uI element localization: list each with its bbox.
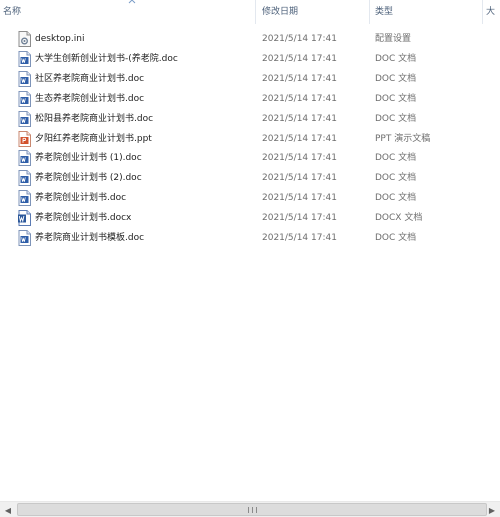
doc-file-icon bbox=[18, 110, 31, 127]
scroll-right-button[interactable]: ▶ bbox=[484, 502, 500, 517]
file-name: 生态养老院创业计划书.doc bbox=[35, 93, 145, 104]
column-divider[interactable] bbox=[369, 0, 370, 24]
file-modified-date: 2021/5/14 17:41 bbox=[262, 93, 337, 104]
file-modified-date: 2021/5/14 17:41 bbox=[262, 193, 337, 204]
doc-file-icon bbox=[18, 170, 31, 187]
file-row[interactable]: 夕阳红养老院商业计划书.ppt 2021/5/14 17:41 PPT 演示文稿 bbox=[0, 129, 500, 149]
file-row[interactable]: 养老院创业计划书.docx 2021/5/14 17:41 DOCX 文档 bbox=[0, 208, 500, 228]
doc-file-icon bbox=[18, 70, 31, 87]
sort-ascending-icon bbox=[128, 0, 136, 4]
scroll-left-arrow-icon: ◀ bbox=[4, 505, 12, 515]
column-header-type[interactable]: 类型 bbox=[372, 0, 482, 24]
ppt-file-icon bbox=[18, 130, 31, 147]
file-modified-date: 2021/5/14 17:41 bbox=[262, 213, 337, 224]
file-name: 养老院创业计划书 (1).doc bbox=[35, 153, 142, 164]
file-type: DOC 文档 bbox=[375, 113, 417, 124]
file-row[interactable]: 养老院创业计划书 (2).doc 2021/5/14 17:41 DOC 文档 bbox=[0, 168, 500, 188]
file-name: 养老院创业计划书.docx bbox=[35, 213, 132, 224]
doc-file-icon bbox=[18, 50, 31, 67]
file-type: DOC 文档 bbox=[375, 193, 417, 204]
file-row[interactable]: 养老院创业计划书 (1).doc 2021/5/14 17:41 DOC 文档 bbox=[0, 148, 500, 168]
file-modified-date: 2021/5/14 17:41 bbox=[262, 133, 337, 144]
file-type: DOCX 文档 bbox=[375, 213, 423, 224]
file-row[interactable]: 生态养老院创业计划书.doc 2021/5/14 17:41 DOC 文档 bbox=[0, 89, 500, 109]
file-row[interactable]: 养老院创业计划书.doc 2021/5/14 17:41 DOC 文档 bbox=[0, 188, 500, 208]
file-modified-date: 2021/5/14 17:41 bbox=[262, 173, 337, 184]
column-header-size-label: 大小 bbox=[486, 7, 496, 17]
scrollbar-thumb[interactable] bbox=[17, 503, 487, 516]
scrollbar-grip-icon bbox=[248, 507, 257, 513]
file-type: DOC 文档 bbox=[375, 53, 417, 64]
file-type: DOC 文档 bbox=[375, 173, 417, 184]
scroll-right-arrow-icon: ▶ bbox=[488, 505, 496, 515]
column-header-size[interactable]: 大小 bbox=[484, 0, 500, 24]
file-modified-date: 2021/5/14 17:41 bbox=[262, 53, 337, 64]
file-modified-date: 2021/5/14 17:41 bbox=[262, 34, 337, 44]
file-name: 养老院商业计划书模板.doc bbox=[35, 233, 145, 243]
file-name: 社区养老院商业计划书.doc bbox=[35, 73, 145, 84]
scroll-left-button[interactable]: ◀ bbox=[0, 502, 16, 517]
settings-file-icon bbox=[18, 31, 31, 47]
column-header-date-label: 修改日期 bbox=[262, 7, 299, 17]
doc-file-icon bbox=[18, 230, 31, 246]
file-modified-date: 2021/5/14 17:41 bbox=[262, 73, 337, 84]
file-name: 松阳县养老院商业计划书.doc bbox=[35, 113, 154, 124]
file-row[interactable]: desktop.ini 2021/5/14 17:41 配置设置 bbox=[0, 29, 500, 49]
file-row[interactable]: 社区养老院商业计划书.doc 2021/5/14 17:41 DOC 文档 bbox=[0, 69, 500, 89]
file-type: PPT 演示文稿 bbox=[375, 133, 431, 144]
file-modified-date: 2021/5/14 17:41 bbox=[262, 113, 337, 124]
doc-file-icon bbox=[18, 90, 31, 107]
file-modified-date: 2021/5/14 17:41 bbox=[262, 153, 337, 164]
file-type: 配置设置 bbox=[375, 34, 412, 44]
column-header-type-label: 类型 bbox=[375, 7, 394, 17]
file-type: DOC 文档 bbox=[375, 153, 417, 164]
file-row[interactable]: 大学生创新创业计划书-(养老院.doc 2021/5/14 17:41 DOC 文档 bbox=[0, 49, 500, 69]
file-row[interactable]: 养老院商业计划书模板.doc 2021/5/14 17:41 DOC 文档 bbox=[0, 228, 500, 248]
column-divider[interactable] bbox=[482, 0, 483, 24]
file-name: 夕阳红养老院商业计划书.ppt bbox=[35, 133, 152, 144]
doc-file-icon bbox=[18, 190, 31, 207]
column-header-date[interactable]: 修改日期 bbox=[259, 0, 369, 24]
column-header-bar: 名称 修改日期 类型 大小 bbox=[0, 0, 500, 24]
file-name: 大学生创新创业计划书-(养老院.doc bbox=[35, 53, 178, 64]
file-name: 养老院创业计划书 (2).doc bbox=[35, 173, 142, 184]
doc-file-icon bbox=[18, 150, 31, 167]
file-modified-date: 2021/5/14 17:41 bbox=[262, 233, 337, 243]
file-type: DOC 文档 bbox=[375, 73, 417, 84]
file-name: 养老院创业计划书.doc bbox=[35, 193, 127, 204]
file-type: DOC 文档 bbox=[375, 233, 417, 243]
file-name: desktop.ini bbox=[35, 34, 85, 44]
file-type: DOC 文档 bbox=[375, 93, 417, 104]
horizontal-scrollbar[interactable]: ◀ ▶ bbox=[0, 501, 500, 517]
column-divider[interactable] bbox=[255, 0, 256, 24]
file-row[interactable]: 松阳县养老院商业计划书.doc 2021/5/14 17:41 DOC 文档 bbox=[0, 109, 500, 129]
docx-file-icon bbox=[18, 210, 31, 227]
column-header-name-label: 名称 bbox=[3, 7, 22, 17]
